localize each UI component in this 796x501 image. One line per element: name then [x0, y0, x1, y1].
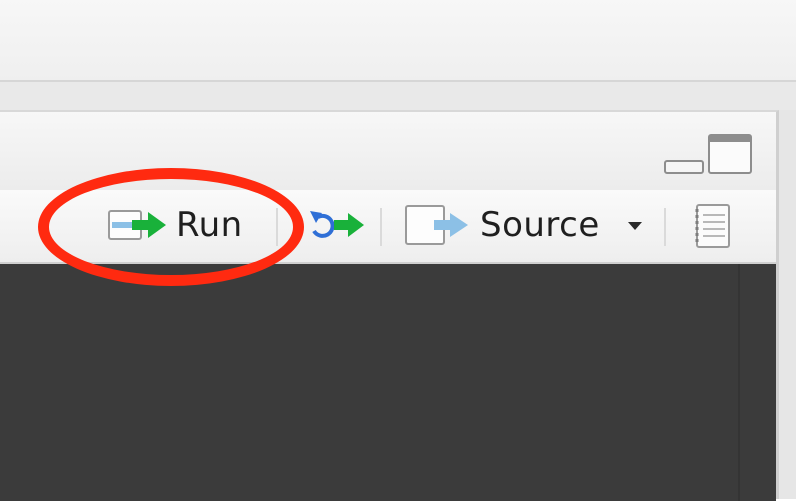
maximize-pane-button[interactable] [708, 134, 752, 174]
toolbar-separator [664, 208, 666, 246]
run-line-icon [108, 210, 166, 240]
compile-notebook-icon [695, 204, 730, 248]
rerun-region-icon [310, 211, 364, 238]
run-button-label: Run [176, 205, 243, 245]
pane-gap [0, 82, 796, 110]
source-pane: Run Source [0, 110, 779, 501]
source-file-icon [405, 205, 468, 245]
rerun-button[interactable] [308, 203, 368, 247]
run-button[interactable]: Run [108, 203, 243, 247]
source-dropdown-button[interactable] [626, 212, 644, 238]
code-editor[interactable] [0, 264, 776, 501]
editor-margin-line [738, 264, 740, 501]
app-menubar [0, 0, 796, 82]
source-button[interactable]: Source [404, 203, 600, 247]
toolbar-separator [276, 208, 278, 246]
pane-window-controls [662, 134, 752, 174]
pane-splitter[interactable] [779, 110, 796, 499]
caret-down-icon [628, 222, 642, 230]
minimize-icon [664, 160, 704, 174]
minimize-pane-button[interactable] [662, 146, 704, 174]
editor-toolbar: Run Source [0, 190, 776, 264]
source-button-label: Source [480, 205, 600, 245]
toolbar-separator [380, 208, 382, 246]
pane-header [0, 112, 776, 190]
compile-report-button[interactable] [693, 203, 733, 249]
